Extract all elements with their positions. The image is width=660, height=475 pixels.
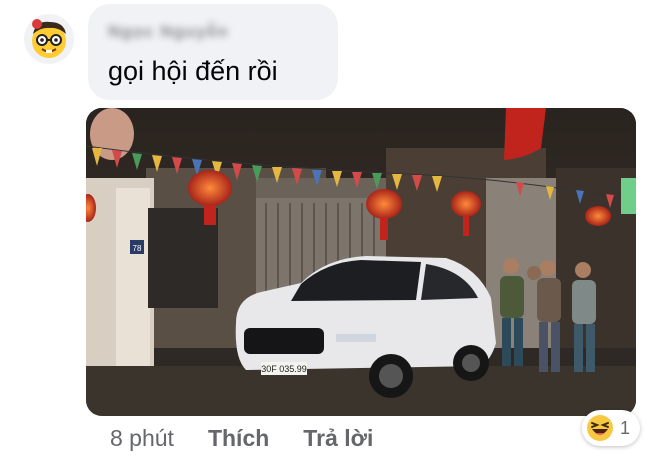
comment-photo[interactable]: 78 30F 035.99 [86, 108, 636, 416]
like-button[interactable]: Thích [208, 425, 269, 452]
license-plate: 30F 035.99 [261, 364, 307, 374]
comment-actions: 8 phút Thích Trả lời [110, 424, 373, 452]
house-number: 78 [133, 244, 142, 253]
nerd-face-avatar-icon [32, 19, 66, 58]
reaction-count: 1 [620, 417, 631, 438]
reaction-summary[interactable]: 1 [582, 410, 641, 446]
comment-bubble: Ngọc Nguyễn gọi hội đến rồi [88, 4, 338, 100]
laughing-emoji-icon [587, 415, 613, 441]
street-night-photo: 78 30F 035.99 [86, 108, 636, 416]
comment-time[interactable]: 8 phút [110, 425, 174, 452]
commenter-avatar[interactable] [24, 14, 74, 64]
reply-button[interactable]: Trả lời [303, 425, 373, 452]
comment-text: gọi hội đến rồi [108, 56, 278, 86]
comment-author-name[interactable]: Ngọc Nguyễn [108, 22, 229, 42]
